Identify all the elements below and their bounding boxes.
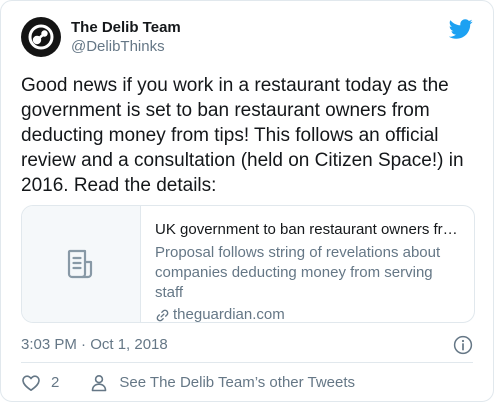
tweet-meta: 3:03 PM · Oct 1, 2018 [21, 335, 473, 355]
link-icon [155, 308, 170, 323]
delib-logo-icon [28, 24, 54, 50]
link-domain: theguardian.com [173, 306, 285, 322]
twitter-bird-icon[interactable] [449, 17, 473, 41]
profile-link-label: See The Delib Team’s other Tweets [119, 374, 356, 391]
tweet-actions: 2 See The Delib Team’s other Tweets [21, 372, 473, 394]
profile-tweets-link[interactable]: See The Delib Team’s other Tweets [89, 373, 355, 393]
link-domain-row: theguardian.com [155, 305, 462, 322]
tweet-timestamp[interactable]: 3:03 PM · Oct 1, 2018 [21, 335, 168, 355]
divider [21, 362, 473, 363]
info-icon[interactable] [453, 335, 473, 355]
avatar[interactable] [21, 17, 61, 57]
heart-icon [22, 375, 40, 391]
like-count: 2 [51, 374, 60, 391]
author-handle[interactable]: @DelibThinks [71, 37, 181, 56]
document-icon [67, 249, 93, 279]
link-description: Proposal follows string of revelations a… [155, 244, 441, 301]
link-title: UK government to ban restaurant owners f… [155, 221, 462, 238]
tweet-text: Good news if you work in a restaurant to… [21, 75, 464, 196]
tweet-header: The Delib Team @DelibThinks [21, 15, 473, 59]
person-icon [92, 374, 107, 392]
link-thumbnail [22, 206, 141, 322]
author-display-name[interactable]: The Delib Team [71, 18, 181, 37]
like-button[interactable]: 2 [21, 373, 59, 393]
link-preview-card[interactable]: UK government to ban restaurant owners f… [21, 205, 475, 323]
author-names: The Delib Team @DelibThinks [71, 18, 181, 56]
embedded-tweet: The Delib Team @DelibThinks Good news if… [0, 0, 494, 402]
link-preview-body: UK government to ban restaurant owners f… [141, 206, 474, 322]
